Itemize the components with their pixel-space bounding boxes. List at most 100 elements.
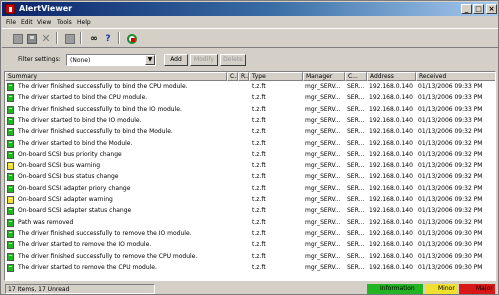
column-c2[interactable]: C...	[345, 72, 367, 81]
table-row[interactable]: The driver finished successfully to bind…	[5, 105, 495, 115]
cell-received: 01/13/2006 09:33 PM	[418, 94, 483, 102]
cell-received: 01/13/2006 09:32 PM	[418, 162, 483, 170]
column-c[interactable]: C..	[227, 72, 238, 81]
column-r[interactable]: R..	[238, 72, 249, 81]
severity-information-icon	[7, 229, 14, 238]
severity-information-icon	[7, 128, 14, 137]
legend-major: Major	[476, 285, 493, 292]
alert-list[interactable]: Summary C.. R.. Type Manager C... Addres…	[4, 71, 496, 281]
cell-c: SER...	[347, 263, 365, 271]
severity-information-icon	[7, 218, 14, 227]
severity-information-icon	[7, 139, 14, 148]
cell-type: t.z.ft	[252, 162, 266, 170]
save-icon	[27, 34, 37, 44]
cell-summary: The driver finished successfully to remo…	[18, 252, 198, 260]
column-summary[interactable]: Summary	[5, 72, 227, 81]
cell-type: t.z.ft	[252, 241, 266, 249]
find-button[interactable]: ∞	[86, 31, 100, 45]
title-bar[interactable]: AlertViewer _ □ ×	[2, 2, 498, 16]
delete-icon: ✕	[41, 32, 51, 45]
cell-type: t.z.ft	[252, 173, 266, 181]
column-address[interactable]: Address	[367, 72, 416, 81]
refresh-button[interactable]	[124, 31, 138, 45]
severity-minor-icon	[7, 162, 14, 171]
menu-tools[interactable]: Tools	[57, 18, 72, 27]
table-row[interactable]: On-board SCSI bus warning t.z.ft mgr_SERV.…	[5, 161, 495, 171]
cell-c: SER...	[347, 241, 365, 249]
column-manager[interactable]: Manager	[303, 72, 345, 81]
cell-received: 01/13/2006 09:32 PM	[418, 207, 483, 215]
cell-manager: mgr_SERV...	[305, 184, 341, 192]
cell-received: 01/13/2006 09:32 PM	[418, 150, 483, 158]
table-row[interactable]: The driver started to bind the Module. t.…	[5, 139, 495, 149]
filter-select[interactable]: (None) ▼	[66, 54, 156, 66]
modify-button[interactable]: Modify	[190, 54, 218, 66]
table-row[interactable]: The driver started to bind the CPU modul…	[5, 93, 495, 103]
cell-c: SER...	[347, 94, 365, 102]
table-row[interactable]: The driver finished successfully to bind…	[5, 127, 495, 137]
table-row[interactable]: The driver finished successfully to remo…	[5, 229, 495, 239]
cell-received: 01/13/2006 09:32 PM	[418, 184, 483, 192]
severity-information-icon	[7, 150, 14, 159]
table-row[interactable]: On-board SCSI adapter status change t.z.f…	[5, 206, 495, 216]
cell-manager: mgr_SERV...	[305, 139, 341, 147]
help-icon: ?	[105, 34, 111, 44]
delete-toolbar-button[interactable]: ✕	[38, 31, 52, 45]
table-row[interactable]: On-board SCSI adapter priory change t.z.f…	[5, 184, 495, 194]
table-row[interactable]: On-board SCSI adapter warning t.z.ft mgr_S…	[5, 195, 495, 205]
minimize-button[interactable]: _	[461, 4, 472, 14]
table-row[interactable]: The driver started to remove the IO modu…	[5, 240, 495, 250]
cell-manager: mgr_SERV...	[305, 218, 341, 226]
menu-file[interactable]: File	[6, 18, 16, 27]
severity-information-icon	[7, 207, 14, 216]
print-button[interactable]	[62, 31, 76, 45]
add-button[interactable]: Add	[164, 54, 188, 66]
cell-received: 01/13/2006 09:32 PM	[418, 128, 483, 136]
app-icon	[5, 4, 15, 14]
properties-button[interactable]	[10, 31, 24, 45]
cell-address: 192.168.0.140	[369, 94, 413, 102]
cell-c: SER...	[347, 105, 365, 113]
menu-view[interactable]: View	[37, 18, 51, 27]
cell-address: 192.168.0.140	[369, 128, 413, 136]
cell-manager: mgr_SERV...	[305, 207, 341, 215]
cell-received: 01/13/2006 09:30 PM	[418, 252, 483, 260]
maximize-button[interactable]: □	[473, 4, 484, 14]
cell-address: 192.168.0.140	[369, 252, 413, 260]
cell-address: 192.168.0.140	[369, 241, 413, 249]
cell-type: t.z.ft	[252, 229, 266, 237]
table-row[interactable]: On-board SCSI bus priority change t.z.ft m…	[5, 150, 495, 160]
table-row[interactable]: The driver started to remove the CPU mod…	[5, 263, 495, 273]
table-row[interactable]: The driver finished successfully to bind…	[5, 82, 495, 92]
chevron-down-icon[interactable]: ▼	[145, 55, 155, 65]
cell-summary: The driver finished successfully to remo…	[18, 229, 192, 237]
delete-filter-button[interactable]: Delete	[220, 54, 246, 66]
column-type[interactable]: Type	[249, 72, 303, 81]
severity-information-icon	[7, 83, 14, 91]
table-row[interactable]: Path was removed t.z.ft mgr_SERV... SER... 1…	[5, 218, 495, 228]
help-button[interactable]: ?	[100, 31, 114, 45]
filter-bar: Filter settings: (None) ▼ Add Modify Del…	[2, 49, 498, 70]
table-row[interactable]: The driver finished successfully to remo…	[5, 252, 495, 262]
cell-type: t.z.ft	[252, 94, 266, 102]
cell-type: t.z.ft	[252, 263, 266, 271]
severity-information-icon	[7, 116, 14, 125]
cell-summary: The driver finished successfully to bind…	[18, 83, 188, 90]
cell-summary: The driver started to remove the CPU mod…	[18, 263, 157, 271]
cell-c: SER...	[347, 162, 365, 170]
menu-bar: File Edit View Tools Help	[2, 17, 498, 28]
table-row[interactable]: On-board SCSI bus status change t.z.ft mgr…	[5, 172, 495, 182]
cell-summary: On-board SCSI bus status change	[18, 173, 119, 181]
severity-minor-icon	[7, 196, 14, 204]
close-button[interactable]: ×	[486, 4, 497, 14]
cell-received: 01/13/2006 09:30 PM	[418, 229, 483, 237]
toolbar-separator	[56, 32, 58, 44]
menu-help[interactable]: Help	[77, 18, 91, 27]
save-button[interactable]	[24, 31, 38, 45]
menu-edit[interactable]: Edit	[21, 18, 33, 27]
table-row[interactable]: The driver started to bind the IO module…	[5, 116, 495, 126]
cell-summary: The driver finished successfully to bind…	[18, 105, 182, 113]
column-received[interactable]: Received	[416, 72, 495, 81]
cell-address: 192.168.0.140	[369, 263, 413, 271]
status-bar: 17 Items, 17 Unread Information Minor Ma…	[2, 283, 498, 295]
